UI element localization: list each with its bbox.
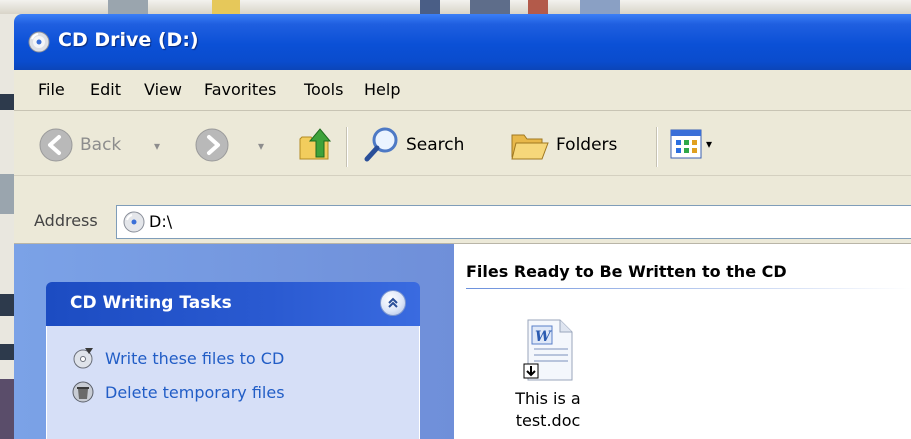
file-group-header: Files Ready to Be Written to the CD [466,262,787,281]
cd-drive-icon [28,31,50,53]
task-pane: CD Writing Tasks Write these files to CD… [14,244,454,439]
search-button[interactable]: Search [362,125,464,165]
views-dropdown-icon: ▾ [706,137,713,151]
folders-icon [511,134,549,160]
forward-dropdown-icon[interactable]: ▾ [258,139,264,153]
write-cd-icon [73,348,93,369]
views-grid-icon [670,129,702,159]
background-fragment [0,174,14,214]
task-delete-temporary-files[interactable]: Delete temporary files [71,380,285,404]
folders-button[interactable]: Folders [508,125,617,165]
views-button[interactable]: ▾ [670,129,712,159]
file-label-line2: test.doc [515,411,581,430]
file-group-divider [466,288,911,289]
background-fragment [0,294,14,316]
address-value: D:\ [149,212,173,231]
cd-writing-tasks-box: CD Writing Tasks Write these files to CD… [46,282,420,439]
background-fragment [420,0,440,14]
menu-favorites[interactable]: Favorites [204,80,276,99]
background-fragment [0,94,14,110]
file-label-line1: This is a [515,389,581,408]
collapse-button[interactable] [380,290,406,316]
background-desktop-left [0,14,14,439]
svg-text:W: W [535,329,552,345]
back-button[interactable]: Back [38,127,121,163]
menu-help[interactable]: Help [364,80,400,99]
background-fragment [580,0,620,14]
address-label: Address [34,211,98,230]
delete-temp-files-icon [72,381,94,403]
back-label: Back [80,135,122,155]
background-fragment [0,379,14,439]
background-fragment [470,0,510,14]
up-folder-icon [299,128,332,160]
forward-arrow-icon [195,128,229,162]
toolbar-row: Back ▾ ▾ Search Folders ▾ [14,111,911,176]
explorer-window: CD Drive (D:) File Edit View Favorites T… [14,14,911,439]
cd-drive-icon [123,211,145,233]
task-write-label: Write these files to CD [105,348,285,368]
menu-file[interactable]: File [38,80,65,99]
menu-tools[interactable]: Tools [304,80,343,99]
word-document-icon: W [523,319,573,381]
menu-view[interactable]: View [144,80,182,99]
background-desktop-strip [0,0,911,14]
menu-bar: File Edit View Favorites Tools Help [14,70,911,111]
task-delete-label: Delete temporary files [105,382,285,402]
task-write-files-to-cd[interactable]: Write these files to CD [71,346,284,370]
toolbar: Back ▾ ▾ Search Folders ▾ [14,111,911,209]
background-fragment [108,0,148,14]
back-arrow-icon [39,128,73,162]
back-dropdown-icon[interactable]: ▾ [154,139,160,153]
search-icon [364,127,398,162]
file-item[interactable]: W This is a test.doc [498,318,598,432]
background-fragment [0,344,14,360]
content-area: CD Writing Tasks Write these files to CD… [14,244,911,439]
file-list-area: Files Ready to Be Written to the CD W Th… [454,244,911,439]
cd-writing-tasks-header[interactable]: CD Writing Tasks [46,282,420,326]
background-fragment [528,0,548,14]
up-folder-button[interactable] [296,125,336,165]
chevron-up-double-icon [388,297,398,308]
search-label: Search [406,135,465,155]
toolbar-separator [346,127,348,167]
cd-writing-tasks-title: CD Writing Tasks [70,293,232,313]
folders-label: Folders [556,135,618,155]
forward-button[interactable] [194,127,230,163]
title-bar[interactable]: CD Drive (D:) [14,14,911,70]
menu-edit[interactable]: Edit [90,80,121,99]
cd-writing-tasks-body: Write these files to CD Delete temporary… [46,326,420,439]
window-title: CD Drive (D:) [58,29,199,51]
address-input[interactable]: D:\ [116,205,911,239]
background-fragment [212,0,240,14]
toolbar-separator [656,127,658,167]
address-bar: Address D:\ [14,201,911,244]
